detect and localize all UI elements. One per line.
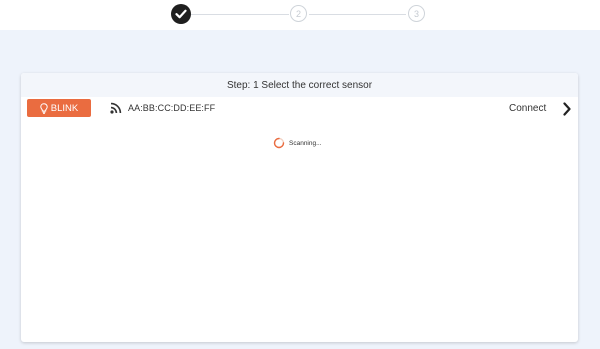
step-2: 2 [290, 5, 307, 22]
step-connector-1 [191, 14, 289, 15]
card-title: Step: 1 Select the correct sensor [21, 73, 578, 97]
scanning-text: Scanning... [289, 139, 322, 147]
lightbulb-icon [40, 102, 48, 114]
signal-icon [110, 102, 122, 114]
blink-button-label: BLINK [50, 102, 79, 114]
blink-button[interactable]: BLINK [27, 99, 91, 117]
chevron-right-icon[interactable] [562, 102, 572, 116]
stepper: 2 3 [0, 0, 600, 30]
step-connector-2 [309, 14, 406, 15]
step-3: 3 [408, 5, 425, 22]
step-2-number: 2 [295, 8, 301, 19]
page: 2 3 Step: 1 Select the correct sensor BL… [0, 0, 600, 349]
connect-button[interactable]: Connect [509, 103, 546, 114]
sensor-select-card: Step: 1 Select the correct sensor BLINK … [21, 73, 578, 342]
step-1-complete [171, 4, 191, 24]
checkmark-icon [175, 9, 187, 19]
sensor-row[interactable]: BLINK AA:BB:CC:DD:EE:FF Connect [21, 97, 578, 121]
sensor-mac-address: AA:BB:CC:DD:EE:FF [128, 103, 216, 113]
step-3-number: 3 [413, 8, 419, 19]
scanning-status: Scanning... [273, 137, 322, 149]
spinner-icon [273, 137, 285, 149]
